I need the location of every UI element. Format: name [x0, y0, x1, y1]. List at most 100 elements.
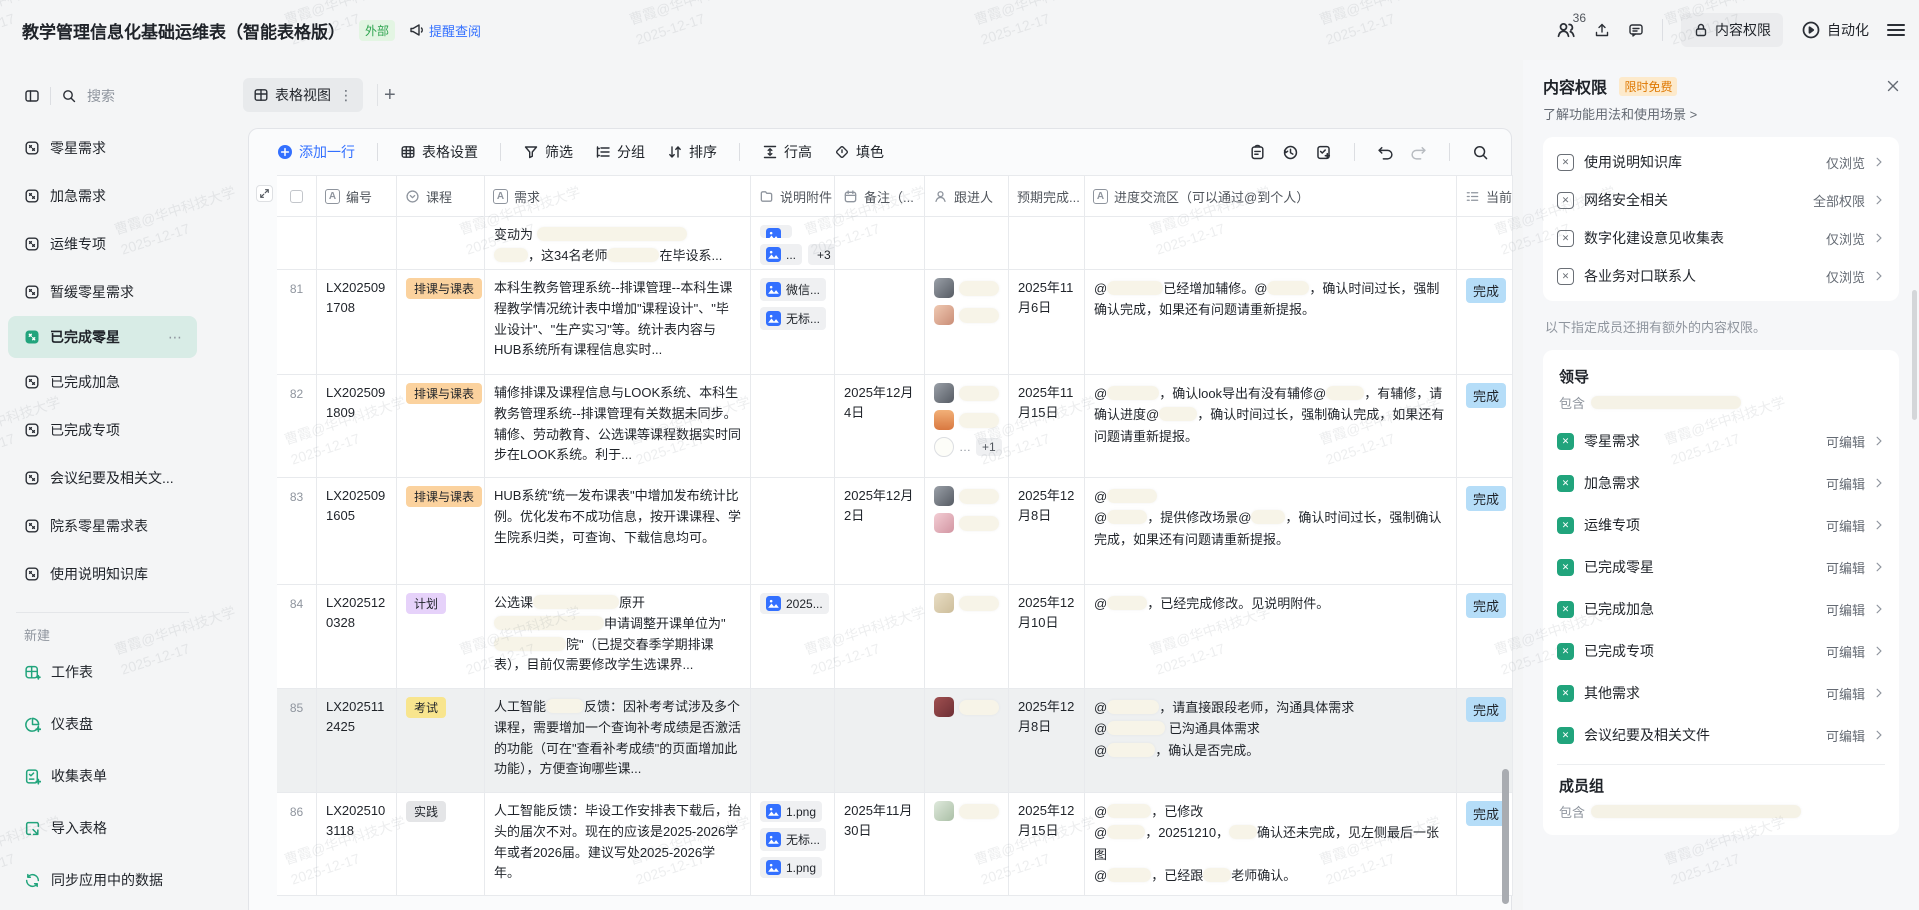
cell-demand[interactable]: HUB系统"统一发布课表"中增加发布统计比例。优化发布不成功信息，按开课课程、学… — [485, 478, 751, 585]
group-permission-row-运维专项[interactable]: 运维专项可编辑 — [1557, 504, 1885, 546]
cell-demand[interactable]: 人工智能反馈：毕设工作安排表下载后，抬头的届次不对。现在的应该是2025-202… — [485, 793, 751, 896]
status-badge[interactable]: 完成 — [1466, 801, 1506, 826]
cell-demand[interactable]: 本科生教务管理系统--排课管理--本科生课程教学情况统计表中增加"课程设计"、"… — [485, 270, 751, 375]
new-item-收集表单[interactable]: 收集表单 — [0, 750, 205, 802]
cell-course[interactable]: 考试 — [397, 689, 485, 793]
automation-button[interactable]: 自动化 — [1801, 20, 1869, 40]
close-icon[interactable] — [1885, 78, 1901, 94]
tab-more-icon[interactable]: ⋮ — [339, 87, 353, 104]
cell-attach[interactable]: 2025... — [751, 585, 835, 689]
column-header-说明附件[interactable]: 说明附件 — [751, 175, 835, 217]
column-header-select-all[interactable] — [277, 175, 317, 217]
cell-status[interactable]: 完成 — [1457, 478, 1513, 585]
cell-demand[interactable]: 变动为 ，这34名老师在毕设系... — [485, 217, 751, 270]
cell-handle[interactable]: 84 — [277, 585, 317, 689]
column-header-进度交流区（可以通过@到个人）[interactable]: A进度交流区（可以通过@到个人） — [1085, 175, 1457, 217]
cell-status[interactable] — [1457, 217, 1513, 270]
cell-id[interactable]: LX2025091809 — [317, 375, 397, 478]
attachment-chip[interactable]: 微信... — [760, 278, 826, 301]
attachment-chip[interactable]: 无标... — [760, 307, 826, 330]
status-badge[interactable]: 完成 — [1466, 278, 1506, 303]
toolbar-排序-button[interactable]: 排序 — [661, 138, 723, 166]
remind-review-button[interactable]: 提醒查阅 — [409, 21, 481, 40]
cell-progress[interactable]: @，已修改@，20251210，确认还未完成，见左侧最后一张图@，已经跟老师确认… — [1085, 793, 1457, 896]
panel-subtitle-link[interactable]: 了解功能用法和使用场景 > — [1543, 104, 1899, 123]
cell-handle[interactable]: 81 — [277, 270, 317, 375]
group-permission-row-其他需求[interactable]: 其他需求可编辑 — [1557, 672, 1885, 714]
cell-id[interactable]: LX2025120328 — [317, 585, 397, 689]
status-badge[interactable]: 完成 — [1466, 486, 1506, 511]
status-badge[interactable]: 完成 — [1466, 383, 1506, 408]
attachment-chip[interactable]: 2025... — [760, 593, 829, 614]
record-form-icon[interactable] — [1315, 144, 1332, 161]
cell-id[interactable]: LX2025103118 — [317, 793, 397, 896]
sidebar-item-暂缓零星需求[interactable]: 暂缓零星需求 — [0, 268, 205, 316]
cell-progress[interactable]: @@，提供修改场景@，确认时间过长，强制确认完成，如果还有问题请重新提报。 — [1085, 478, 1457, 585]
cell-attach[interactable] — [751, 375, 835, 478]
menu-icon[interactable] — [1887, 21, 1905, 39]
cell-progress[interactable]: @，确认look导出有没有辅修@，有辅修，请确认进度@，确认时间过长，强制确认完… — [1085, 375, 1457, 478]
attachment-chip[interactable]: 无标... — [760, 828, 826, 851]
cell-handle[interactable] — [277, 217, 317, 270]
permission-row-各业务对口联系人[interactable]: 各业务对口联系人仅浏览 — [1557, 257, 1885, 295]
cell-due[interactable] — [1009, 217, 1085, 270]
cell-remark[interactable]: 2025年11月30日 — [835, 793, 925, 896]
cell-handle[interactable]: 86 — [277, 793, 317, 896]
cell-due[interactable]: 2025年11月15日 — [1009, 375, 1085, 478]
cell-demand[interactable]: 公选课原开申请调整开课单位为"院"（已提交春季学期排课表），目前仅需要修改学生选… — [485, 585, 751, 689]
follower-more-chip[interactable]: +1 — [976, 438, 1002, 456]
cell-follower[interactable] — [925, 478, 1009, 585]
new-item-仪表盘[interactable]: 仪表盘 — [0, 698, 205, 750]
column-header-当前[interactable]: 当前 — [1457, 175, 1513, 217]
new-item-工作表[interactable]: 工作表 — [0, 646, 205, 698]
expand-record-button[interactable] — [256, 185, 273, 202]
toolbar-表格设置-button[interactable]: 表格设置 — [394, 138, 484, 166]
content-permission-button[interactable]: 内容权限 — [1681, 13, 1783, 47]
sidebar-toggle-icon[interactable] — [24, 88, 40, 104]
cell-due[interactable]: 2025年12月10日 — [1009, 585, 1085, 689]
permission-row-数字化建设意见收集表[interactable]: 数字化建设意见收集表仅浏览 — [1557, 219, 1885, 257]
cell-handle[interactable]: 83 — [277, 478, 317, 585]
group-permission-row-已完成加急[interactable]: 已完成加急可编辑 — [1557, 588, 1885, 630]
cell-follower[interactable] — [925, 793, 1009, 896]
cell-id[interactable]: LX2025091605 — [317, 478, 397, 585]
sidebar-item-已完成加急[interactable]: 已完成加急 — [0, 358, 205, 406]
panel-scrollbar[interactable] — [1912, 290, 1917, 420]
cell-remark[interactable] — [835, 270, 925, 375]
group-permission-row-加急需求[interactable]: 加急需求可编辑 — [1557, 462, 1885, 504]
new-item-同步应用中的数据[interactable]: 同步应用中的数据 — [0, 854, 205, 906]
sidebar-item-运维专项[interactable]: 运维专项 — [0, 220, 205, 268]
group-permission-row-会议纪要及相关文件[interactable]: 会议纪要及相关文件可编辑 — [1557, 714, 1885, 756]
cell-progress[interactable]: @已经增加辅修。@，确认时间过长，强制确认完成，如果还有问题请重新提报。 — [1085, 270, 1457, 375]
column-header-课程[interactable]: 课程 — [397, 175, 485, 217]
cell-follower[interactable]: …+1 — [925, 375, 1009, 478]
search-table-icon[interactable] — [1472, 144, 1489, 161]
collaborators-button[interactable]: 36 — [1556, 20, 1576, 40]
sidebar-item-零星需求[interactable]: 零星需求 — [0, 124, 205, 172]
cell-course[interactable]: 计划 — [397, 585, 485, 689]
toolbar-填色-button[interactable]: 填色 — [828, 138, 890, 166]
sidebar-item-加急需求[interactable]: 加急需求 — [0, 172, 205, 220]
cell-progress[interactable]: @，请直接跟段老师，沟通具体需求@ 已沟通具体需求@，确认是否完成。 — [1085, 689, 1457, 793]
sidebar-item-使用说明知识库[interactable]: 使用说明知识库 — [0, 550, 205, 598]
cell-attach[interactable]: 1.png无标...1.png — [751, 793, 835, 896]
cell-progress[interactable] — [1085, 217, 1457, 270]
group-permission-row-零星需求[interactable]: 零星需求可编辑 — [1557, 420, 1885, 462]
add-view-button[interactable]: + — [377, 84, 402, 106]
cell-id[interactable]: LX2025091708 — [317, 270, 397, 375]
attachment-more-chip[interactable]: +3 — [808, 244, 835, 265]
cell-due[interactable]: 2025年11月6日 — [1009, 270, 1085, 375]
attachment-chip[interactable] — [760, 225, 792, 238]
cell-remark[interactable] — [835, 689, 925, 793]
cell-course[interactable]: 排课与课表 — [397, 375, 485, 478]
group-permission-row-已完成专项[interactable]: 已完成专项可编辑 — [1557, 630, 1885, 672]
cell-course[interactable]: 实践 — [397, 793, 485, 896]
status-badge[interactable]: 完成 — [1466, 697, 1506, 722]
cell-handle[interactable]: 82 — [277, 375, 317, 478]
status-badge[interactable]: 完成 — [1466, 593, 1506, 618]
cell-course[interactable]: 排课与课表 — [397, 270, 485, 375]
cell-id[interactable]: LX2025112425 — [317, 689, 397, 793]
comment-icon[interactable] — [1628, 22, 1644, 38]
toolbar-筛选-button[interactable]: 筛选 — [517, 138, 579, 166]
paste-format-icon[interactable] — [1249, 144, 1266, 161]
